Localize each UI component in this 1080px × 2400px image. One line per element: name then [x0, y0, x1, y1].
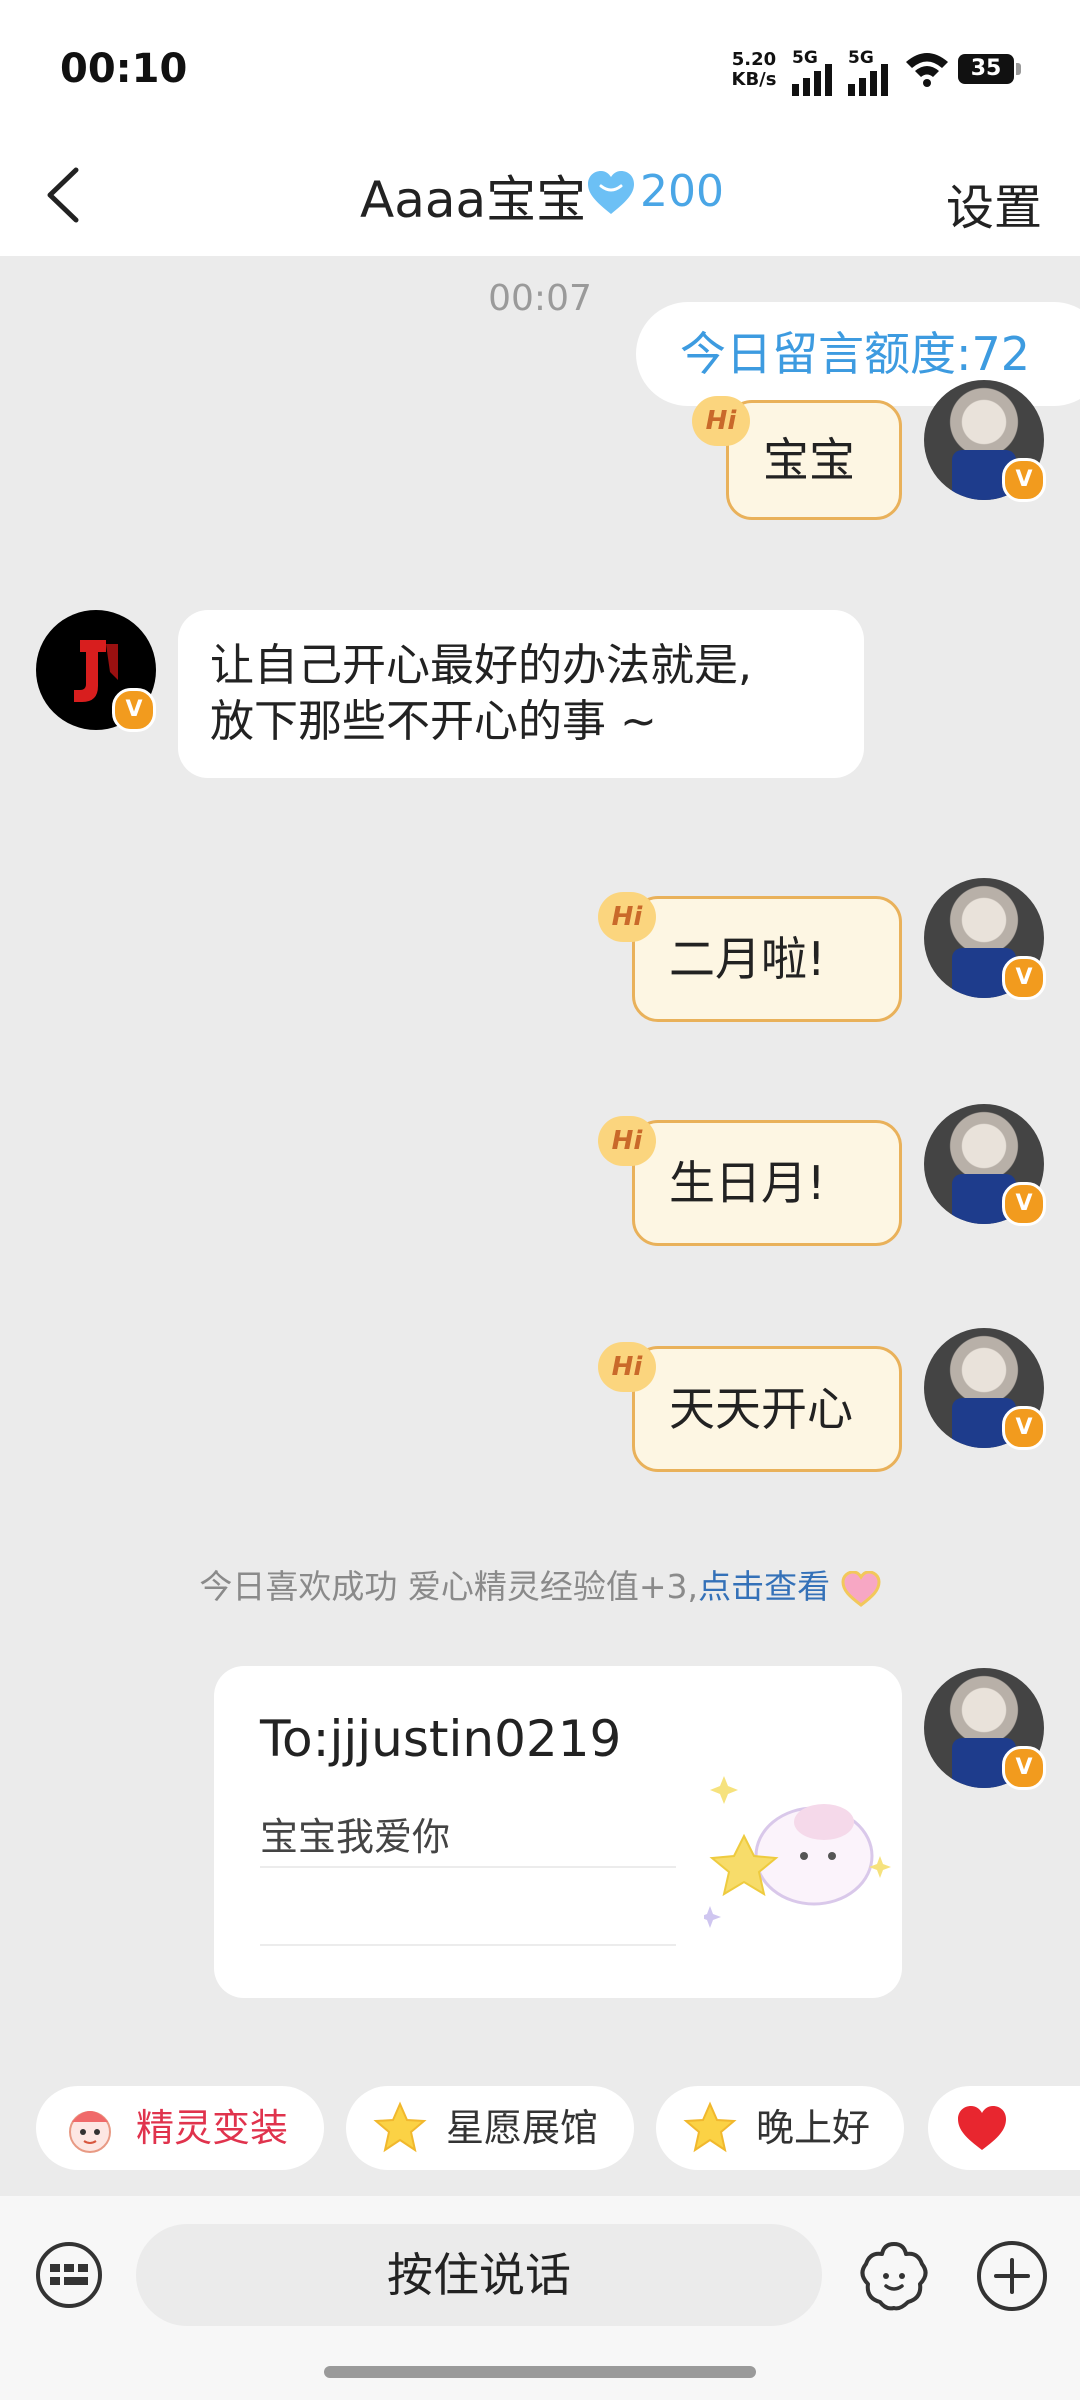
status-time: 00:10	[60, 46, 188, 92]
chip-heart[interactable]	[928, 2086, 1080, 2170]
love-letter-card[interactable]: To:jjjustin0219 宝宝我爱你	[214, 1666, 902, 1998]
hold-to-talk-button[interactable]: 按住说话	[136, 2224, 822, 2326]
heart-count: 200	[640, 166, 724, 217]
star-icon	[683, 2101, 737, 2153]
card-divider	[260, 1866, 676, 1868]
hi-badge-icon: Hi	[598, 1342, 656, 1392]
add-icon[interactable]	[974, 2238, 1050, 2314]
chat-header: Aaaa宝宝 200 设置	[0, 140, 1080, 256]
battery-icon: 35	[958, 54, 1021, 84]
message-text-line: 让自己开心最好的办法就是,	[210, 640, 752, 691]
wifi-icon	[906, 53, 948, 87]
chat-title: Aaaa宝宝	[360, 171, 587, 229]
star-icon	[373, 2101, 427, 2153]
quick-action-chips: 精灵变装 星愿展馆 晚上好	[0, 2086, 1080, 2174]
system-notice: 今日喜欢成功 爱心精灵经验值+3,点击查看	[0, 1560, 1080, 1608]
chip-sprite-costume[interactable]: 精灵变装	[36, 2086, 324, 2170]
hi-badge-icon: Hi	[598, 1116, 656, 1166]
verified-badge-icon: V	[1002, 1406, 1046, 1450]
status-bar: 00:10 5.20 KB/s 5G 5G 35	[0, 0, 1080, 140]
contact-message-bubble[interactable]: 让自己开心最好的办法就是, 放下那些不开心的事 ~	[178, 610, 864, 778]
verified-badge-icon: V	[1002, 458, 1046, 502]
home-indicator[interactable]	[324, 2366, 756, 2378]
view-details-link[interactable]: 点击查看	[698, 1567, 830, 1606]
chip-good-evening[interactable]: 晚上好	[656, 2086, 904, 2170]
sprite-illustration-icon	[704, 1776, 891, 1928]
verified-badge-icon: V	[1002, 1746, 1046, 1790]
my-message-bubble[interactable]: 天天开心	[632, 1346, 902, 1472]
card-recipient: To:jjjustin0219	[260, 1710, 622, 1768]
chip-star-wish-gallery[interactable]: 星愿展馆	[346, 2086, 634, 2170]
my-message-bubble[interactable]: 生日月!	[632, 1120, 902, 1246]
keyboard-icon[interactable]	[34, 2240, 104, 2310]
settings-button[interactable]: 设置	[946, 168, 1042, 238]
verified-badge-icon: V	[112, 688, 156, 732]
hi-badge-icon: Hi	[692, 396, 750, 446]
input-bar: 按住说话	[0, 2196, 1080, 2400]
sprite-costume-icon	[69, 2111, 111, 2153]
message-text-line: 放下那些不开心的事 ~	[210, 696, 657, 747]
heart-sprite-icon	[841, 1569, 881, 1607]
my-message-bubble[interactable]: 二月啦!	[632, 896, 902, 1022]
emoji-icon[interactable]	[856, 2238, 932, 2314]
heart-icon	[958, 2106, 1006, 2150]
my-message-bubble[interactable]: 宝宝	[726, 400, 902, 520]
card-message: 宝宝我爱你	[260, 1815, 451, 1859]
hi-badge-icon: Hi	[598, 892, 656, 942]
blue-heart-icon	[588, 171, 634, 214]
network-speed: 5.20 KB/s	[731, 49, 777, 90]
verified-badge-icon: V	[1002, 1182, 1046, 1226]
back-arrow-icon[interactable]	[36, 160, 96, 230]
verified-badge-icon: V	[1002, 956, 1046, 1000]
card-divider	[260, 1944, 676, 1946]
